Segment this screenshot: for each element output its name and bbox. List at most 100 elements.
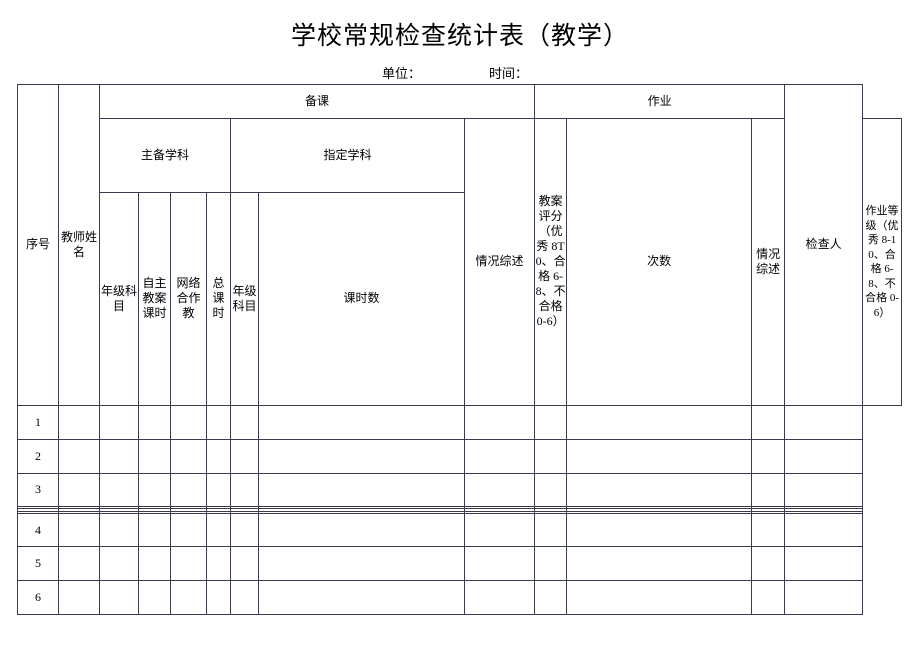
- row-data-cell[interactable]: [99, 580, 139, 615]
- statistics-table-wrapper: 序号 教师姓名 备课 作业 检查人 主备学科 指定学科 情况综述 教案评分（优秀…: [17, 84, 902, 615]
- row-data-cell[interactable]: [206, 512, 231, 548]
- row-data-cell[interactable]: [258, 472, 465, 508]
- header-assigned-hours: 课时数: [258, 191, 465, 406]
- row-data-cell[interactable]: [170, 580, 207, 615]
- row-data-cell[interactable]: [534, 546, 568, 582]
- row-data-cell[interactable]: [138, 580, 171, 615]
- row-data-cell[interactable]: [258, 546, 465, 582]
- row-data-cell[interactable]: [463, 472, 536, 508]
- row-data-cell[interactable]: [170, 472, 207, 508]
- row-data-cell[interactable]: [751, 546, 786, 582]
- row-data-cell[interactable]: [170, 438, 207, 474]
- header-total-hours: 总课时: [206, 191, 231, 406]
- row-seq-cell[interactable]: 2: [17, 438, 59, 474]
- page-title: 学校常规检查统计表（教学）: [290, 23, 629, 50]
- header-teacher-name: 教师姓名: [58, 84, 100, 406]
- header-row-subgroups: 主备学科 指定学科 情况综述 教案评分（优秀 8T0、合格 6-8、不合格 0-…: [18, 117, 902, 406]
- row-data-cell[interactable]: [99, 404, 139, 440]
- row-data-cell[interactable]: [99, 546, 139, 582]
- row-data-cell[interactable]: [206, 404, 231, 440]
- table-row: 4: [17, 512, 902, 548]
- row-data-cell[interactable]: [258, 580, 465, 615]
- row-data-cell[interactable]: [206, 472, 231, 508]
- row-data-cell[interactable]: [566, 438, 753, 474]
- row-data-cell[interactable]: [230, 512, 259, 548]
- row-data-cell[interactable]: [138, 472, 171, 508]
- row-data-cell[interactable]: [534, 404, 568, 440]
- row-data-cell[interactable]: [784, 546, 864, 582]
- row-data-cell[interactable]: [534, 512, 568, 548]
- row-data-cell[interactable]: [784, 404, 864, 440]
- row-data-cell[interactable]: [751, 404, 786, 440]
- row-data-cell[interactable]: [138, 438, 171, 474]
- row-seq-cell[interactable]: 3: [17, 472, 59, 508]
- row-data-cell[interactable]: [58, 404, 100, 440]
- row-data-cell[interactable]: [566, 512, 753, 548]
- row-data-cell[interactable]: [138, 404, 171, 440]
- row-data-cell[interactable]: [534, 438, 568, 474]
- row-data-cell[interactable]: [463, 546, 536, 582]
- row-data-cell[interactable]: [138, 546, 171, 582]
- row-data-cell[interactable]: [206, 438, 231, 474]
- header-homework-grade-text: 作业等级（优秀 8-10、合格 6-8、不合格 0-6）: [865, 205, 900, 319]
- row-seq-cell[interactable]: 4: [17, 512, 59, 548]
- row-data-cell[interactable]: [230, 580, 259, 615]
- header-subgroup-assigned-subject: 指定学科: [230, 117, 465, 193]
- row-data-cell[interactable]: [230, 546, 259, 582]
- row-data-cell[interactable]: [566, 404, 753, 440]
- header-row-groups: 序号 教师姓名 备课 作业 检查人: [17, 84, 902, 406]
- row-seq-cell[interactable]: 6: [17, 580, 59, 615]
- header-plan-score: 教案评分（优秀 8T0、合格 6-8、不合格 0-6）: [534, 117, 568, 406]
- row-data-cell[interactable]: [463, 404, 536, 440]
- row-data-cell[interactable]: [170, 512, 207, 548]
- row-data-cell[interactable]: [534, 580, 568, 615]
- row-data-cell[interactable]: [58, 512, 100, 548]
- row-data-cell[interactable]: [566, 580, 753, 615]
- row-data-cell[interactable]: [258, 512, 465, 548]
- row-data-cell[interactable]: [99, 512, 139, 548]
- row-data-cell[interactable]: [58, 546, 100, 582]
- table-row: 2: [17, 438, 902, 474]
- table-row: 1: [17, 404, 902, 440]
- table-row: 3: [17, 472, 902, 508]
- time-label: 时间：: [489, 66, 529, 81]
- row-data-cell[interactable]: [784, 472, 864, 508]
- row-data-cell[interactable]: [751, 438, 786, 474]
- header-network-cooperative-teaching: 网络合作教: [170, 191, 207, 406]
- row-data-cell[interactable]: [99, 438, 139, 474]
- row-data-cell[interactable]: [230, 472, 259, 508]
- row-data-cell[interactable]: [206, 580, 231, 615]
- row-data-cell[interactable]: [58, 580, 100, 615]
- row-data-cell[interactable]: [751, 472, 786, 508]
- table-row: 6: [17, 580, 902, 615]
- header-homework-count: 次数: [566, 117, 753, 406]
- row-data-cell[interactable]: [463, 512, 536, 548]
- row-data-cell[interactable]: [566, 472, 753, 508]
- row-data-cell[interactable]: [58, 472, 100, 508]
- row-data-cell[interactable]: [230, 438, 259, 474]
- row-seq-cell[interactable]: 1: [17, 404, 59, 440]
- unit-label: 单位：: [382, 66, 422, 81]
- table-row: 5: [17, 546, 902, 582]
- row-data-cell[interactable]: [99, 472, 139, 508]
- header-main-grade-subject: 年级科目: [99, 191, 139, 406]
- row-data-cell[interactable]: [784, 512, 864, 548]
- row-data-cell[interactable]: [230, 404, 259, 440]
- row-data-cell[interactable]: [58, 438, 100, 474]
- row-data-cell[interactable]: [138, 512, 171, 548]
- row-data-cell[interactable]: [258, 404, 465, 440]
- row-data-cell[interactable]: [566, 546, 753, 582]
- row-data-cell[interactable]: [534, 472, 568, 508]
- row-data-cell[interactable]: [206, 546, 231, 582]
- row-data-cell[interactable]: [463, 580, 536, 615]
- row-data-cell[interactable]: [170, 546, 207, 582]
- row-data-cell[interactable]: [784, 438, 864, 474]
- header-group-prepare: 备课: [98, 84, 536, 119]
- row-data-cell[interactable]: [463, 438, 536, 474]
- row-data-cell[interactable]: [170, 404, 207, 440]
- row-data-cell[interactable]: [751, 512, 786, 548]
- row-seq-cell[interactable]: 5: [17, 546, 59, 582]
- row-data-cell[interactable]: [784, 580, 864, 615]
- row-data-cell[interactable]: [258, 438, 465, 474]
- row-data-cell[interactable]: [751, 580, 786, 615]
